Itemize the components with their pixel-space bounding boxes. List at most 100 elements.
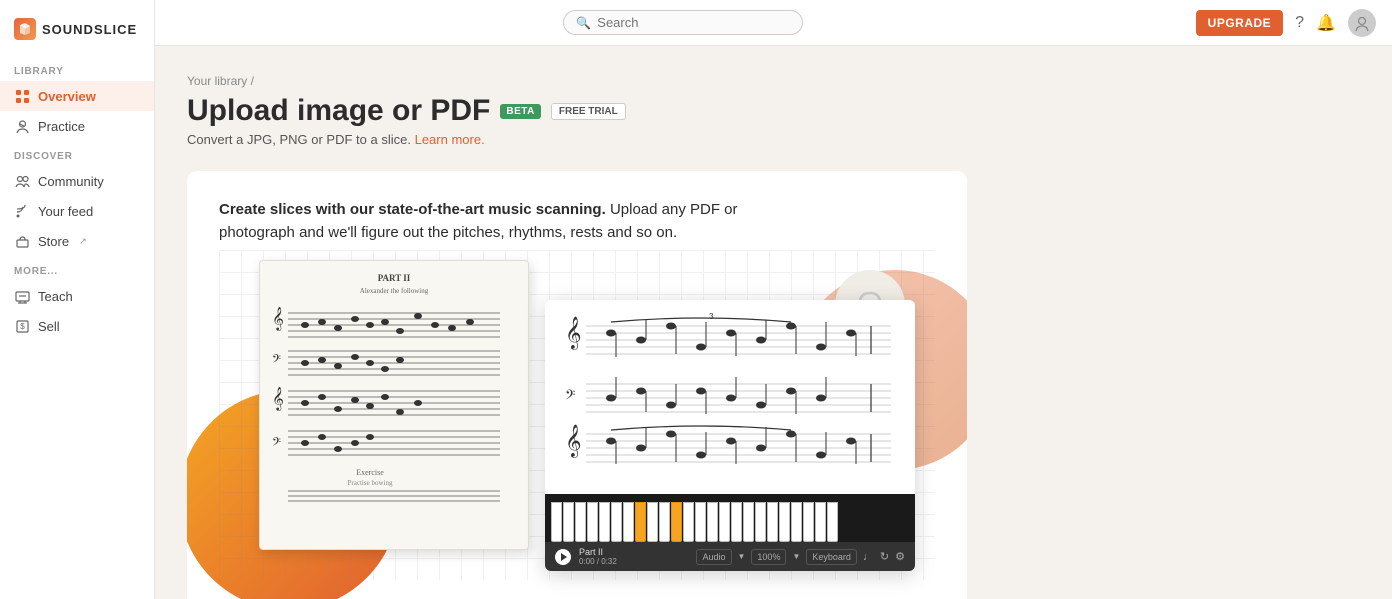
white-key [827,502,838,542]
audio-button[interactable]: Audio [696,549,731,565]
page-title: Upload image or PDF [187,94,490,128]
svg-text:Practise bowing: Practise bowing [348,479,393,487]
sidebar-item-practice-label: Practice [38,119,85,134]
feature-card: Create slices with our state-of-the-art … [187,171,967,599]
white-key [779,502,790,542]
search-input[interactable] [597,15,790,30]
sidebar-item-community-label: Community [38,174,104,189]
community-icon [14,173,30,189]
demo-area: PART II Alexander the following 𝄞 [219,250,935,580]
svg-text:𝄞: 𝄞 [272,388,284,411]
more-section-label: MORE... [0,256,154,281]
zoom-arrow: ▼ [792,552,800,561]
player-info: Part II 0:00 / 0:32 [579,547,688,566]
topbar-right: UPGRADE ? 🔔 [1196,9,1376,37]
sidebar-item-teach-label: Teach [38,289,73,304]
sidebar-item-your-feed[interactable]: Your feed [0,196,154,226]
feature-card-title: Create slices with our state-of-the-art … [219,199,779,244]
page-content: Your library / Upload image or PDF BETA … [155,46,1392,599]
white-key [611,502,622,542]
sheet-staff-svg: 𝄞 [270,303,510,503]
search-box[interactable]: 🔍 [563,10,803,35]
sidebar-item-teach[interactable]: Teach [0,281,154,311]
sidebar-item-overview[interactable]: Overview [0,81,154,111]
play-button[interactable] [555,549,571,565]
sidebar-item-your-feed-label: Your feed [38,204,93,219]
sidebar-item-community[interactable]: Community [0,166,154,196]
digital-score-music: 𝄞 [545,300,915,494]
learn-more-link[interactable]: Learn more. [415,132,485,147]
main-area: 🔍 UPGRADE ? 🔔 Your library / Upload imag… [155,0,1392,599]
settings-icon[interactable]: ⚙ [895,550,905,563]
page-title-row: Upload image or PDF BETA FREE TRIAL [187,94,1360,128]
white-key [767,502,778,542]
sidebar-item-store[interactable]: Store ↗ [0,226,154,256]
white-key [791,502,802,542]
search-icon: 🔍 [576,16,591,30]
feed-icon [14,203,30,219]
badge-free-trial: FREE TRIAL [551,103,626,120]
white-key [815,502,826,542]
logo-text: SOUNDSLICE [42,22,137,37]
white-key [707,502,718,542]
white-key [719,502,730,542]
white-key [563,502,574,542]
discover-section-label: DISCOVER [0,141,154,166]
sheet-subtitle: Alexander the following [270,287,518,295]
sidebar-item-overview-label: Overview [38,89,96,104]
upgrade-button[interactable]: UPGRADE [1196,10,1284,36]
white-key-highlight [671,502,682,542]
zoom-label: ▼ [738,552,746,561]
white-key [647,502,658,542]
loop-icon[interactable]: ↻ [880,550,889,563]
store-icon [14,233,30,249]
white-key [659,502,670,542]
keyboard-toggle[interactable]: Keyboard [806,549,857,565]
teach-icon [14,288,30,304]
sidebar: SOUNDSLICE LIBRARY Overview Practice DIS… [0,0,155,599]
sidebar-item-sell[interactable]: $ Sell [0,311,154,341]
svg-text:𝄢: 𝄢 [272,437,281,452]
metronome-icon[interactable]: ♩ [863,551,874,563]
player-time: 0:00 / 0:32 [579,557,688,566]
sidebar-item-store-label: Store [38,234,69,249]
svg-text:𝄞: 𝄞 [565,317,582,350]
digital-score-panel: 𝄞 [545,300,915,571]
sidebar-item-sell-label: Sell [38,319,60,334]
library-section-label: LIBRARY [0,56,154,81]
white-key [623,502,634,542]
white-key [755,502,766,542]
svg-text:𝄢: 𝄢 [565,389,575,406]
badge-beta: BETA [500,104,540,119]
svg-text:Exercise: Exercise [356,468,384,477]
sell-icon: $ [14,318,30,334]
sheet-title: PART II [270,273,518,283]
practice-icon [14,118,30,134]
svg-text:3: 3 [709,312,714,321]
overview-icon [14,88,30,104]
svg-text:$: $ [20,322,25,331]
white-key-highlight [635,502,646,542]
topbar: 🔍 UPGRADE ? 🔔 [155,0,1392,46]
white-key [743,502,754,542]
white-key [551,502,562,542]
white-key [695,502,706,542]
logo-icon [14,18,36,40]
digital-score-svg: 𝄞 [561,312,901,477]
svg-text:𝄞: 𝄞 [565,425,582,458]
svg-text:𝄢: 𝄢 [272,354,281,369]
help-icon[interactable]: ? [1295,14,1304,32]
white-key [575,502,586,542]
white-key [683,502,694,542]
zoom-button[interactable]: 100% [751,549,786,565]
external-link-icon: ↗ [79,236,87,247]
white-key [803,502,814,542]
user-avatar[interactable] [1348,9,1376,37]
white-key [587,502,598,542]
breadcrumb: Your library / [187,74,1360,88]
sheet-music-photo: PART II Alexander the following 𝄞 [259,260,529,550]
svg-text:𝄞: 𝄞 [272,308,284,331]
white-key [599,502,610,542]
sidebar-item-practice[interactable]: Practice [0,111,154,141]
notifications-icon[interactable]: 🔔 [1316,13,1336,33]
